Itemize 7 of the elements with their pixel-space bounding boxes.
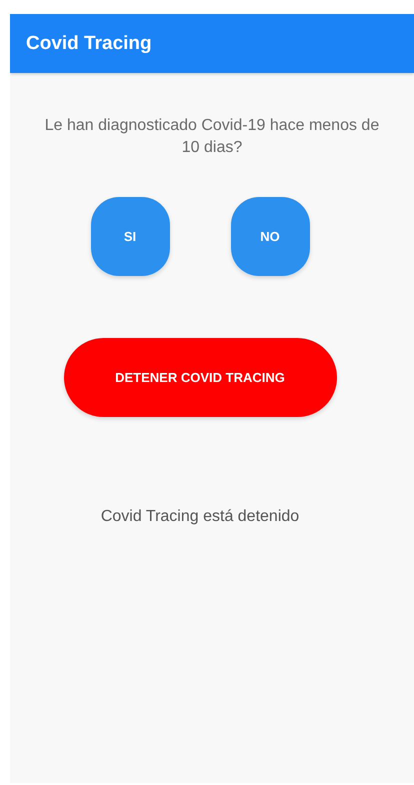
answer-button[interactable]: NO bbox=[230, 197, 310, 276]
app-title: Covid Tracing bbox=[26, 32, 152, 54]
status-text: Covid Tracing está detenido bbox=[100, 508, 300, 526]
stop-tracing-button[interactable]: DETENER COVID TRACING bbox=[64, 338, 336, 417]
question-text: 10 dias? bbox=[182, 138, 242, 158]
answer-button[interactable]: SI bbox=[90, 197, 170, 276]
question-text: Le han diagnosticado Covid-19 hace menos de bbox=[44, 116, 380, 136]
